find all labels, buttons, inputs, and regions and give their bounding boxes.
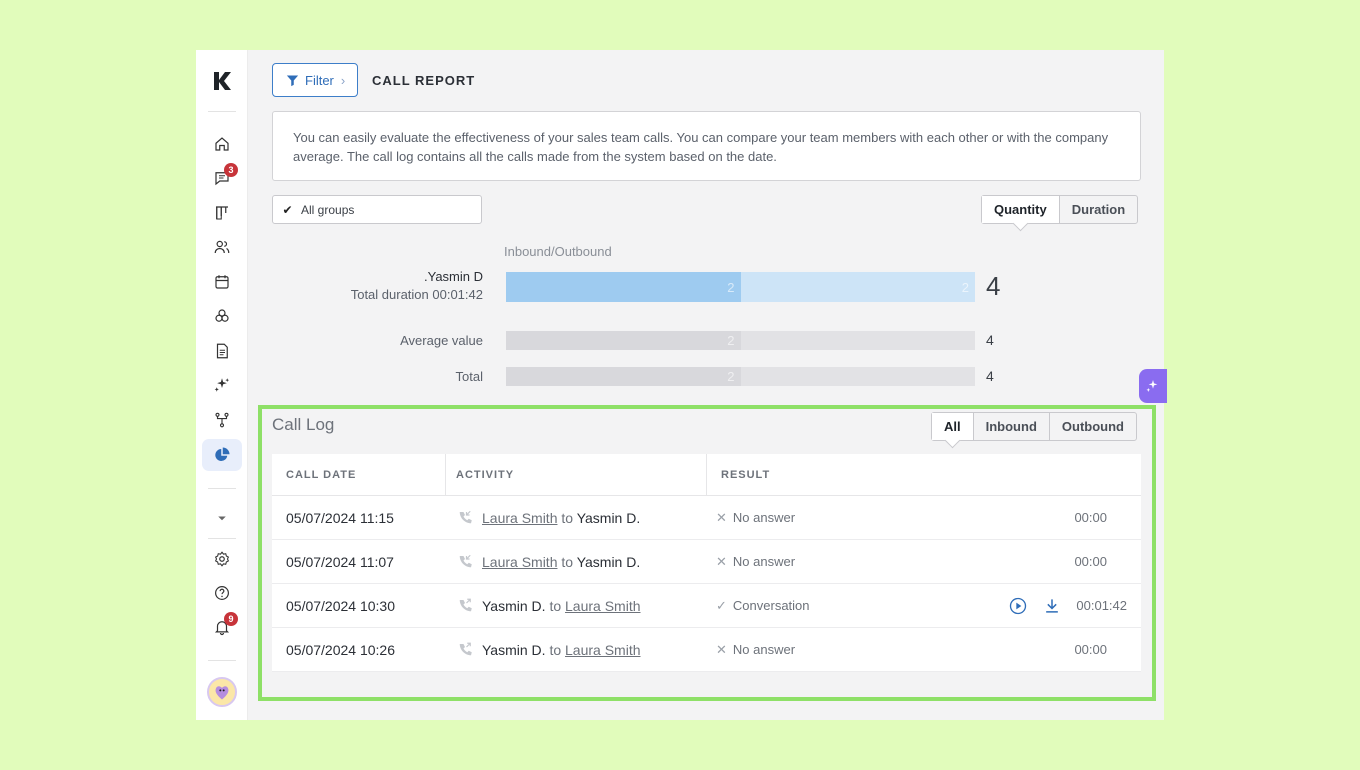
inbound-segment: 2 <box>506 272 741 302</box>
caret-down-icon <box>218 516 226 521</box>
filter-button[interactable]: Filter › <box>272 63 358 97</box>
agent-total-value: 4 <box>986 271 1001 301</box>
total-bar: 2 <box>506 367 975 386</box>
chart-row-label: Total <box>456 368 483 386</box>
sparkles-icon <box>1146 380 1158 392</box>
page-title: CALL REPORT <box>372 73 476 88</box>
average-bar: 2 <box>506 331 975 350</box>
sidebar-item-contacts[interactable] <box>202 231 242 263</box>
average-total-value: 4 <box>986 332 994 348</box>
chart-row-label: .Yasmin D Total duration 00:01:42 <box>351 268 483 304</box>
calendar-icon <box>215 275 229 289</box>
workflow-icon <box>215 412 229 428</box>
avatar[interactable] <box>207 677 237 707</box>
ai-assistant-button[interactable] <box>1139 369 1167 403</box>
sidebar-item-pipeline[interactable] <box>202 197 242 229</box>
agent-inout-bar: 2 2 <box>506 272 975 302</box>
average-outbound-segment <box>740 331 975 350</box>
sidebar-divider <box>208 660 236 661</box>
sidebar-item-reports[interactable] <box>202 439 242 471</box>
info-description: You can easily evaluate the effectivenes… <box>272 111 1141 181</box>
sparkles-icon <box>214 378 230 392</box>
groups-filter-checkbox[interactable]: ✔ All groups <box>272 195 482 224</box>
call-log-highlight <box>258 405 1156 701</box>
home-icon <box>215 137 229 151</box>
outbound-segment: 2 <box>740 272 975 302</box>
sidebar-item-home[interactable] <box>202 128 242 160</box>
checkmark-icon: ✔ <box>282 202 293 217</box>
circles-icon <box>215 309 229 322</box>
sidebar-item-documents[interactable] <box>202 335 242 367</box>
people-icon <box>214 240 230 254</box>
chart-caption: Inbound/Outbound <box>504 244 612 259</box>
sidebar-item-messages[interactable]: 3 <box>202 162 242 194</box>
quantity-duration-toggle: Quantity Duration <box>981 195 1139 224</box>
kanban-icon <box>216 206 228 220</box>
funnel-icon <box>286 75 299 86</box>
avatar-image-icon <box>215 686 229 700</box>
sidebar-item-help[interactable] <box>202 577 242 609</box>
groups-filter-label: All groups <box>301 202 355 217</box>
chevron-right-icon: › <box>340 72 346 88</box>
total-inbound-segment: 2 <box>506 367 741 386</box>
total-label: Total <box>455 369 483 384</box>
toggle-quantity[interactable]: Quantity <box>982 196 1059 223</box>
messages-badge: 3 <box>224 163 238 177</box>
sidebar-divider <box>208 538 236 539</box>
gear-icon <box>214 551 230 567</box>
sidebar-item-ai[interactable] <box>202 369 242 401</box>
sidebar-item-settings[interactable] <box>202 543 242 575</box>
document-icon <box>216 343 228 359</box>
chart-row-label: Average value <box>400 332 483 350</box>
sidebar-item-notifications[interactable]: 9 <box>202 611 242 643</box>
pie-chart-icon <box>215 447 230 461</box>
sidebar: 3 9 <box>196 50 248 720</box>
sidebar-divider <box>208 111 236 112</box>
average-label: Average value <box>400 333 483 348</box>
toggle-duration[interactable]: Duration <box>1058 196 1137 223</box>
help-icon <box>215 586 229 600</box>
app-logo-icon[interactable] <box>210 69 234 93</box>
total-outbound-segment <box>740 367 975 386</box>
agent-name: .Yasmin D <box>424 269 483 284</box>
notifications-badge: 9 <box>224 612 238 626</box>
sidebar-item-workflows[interactable] <box>202 404 242 436</box>
sidebar-item-segments[interactable] <box>202 300 242 332</box>
agent-total-duration: Total duration 00:01:42 <box>350 287 483 302</box>
total-total-value: 4 <box>986 368 994 384</box>
sidebar-expand-button[interactable] <box>202 502 242 534</box>
filter-button-label: Filter <box>305 72 334 88</box>
sidebar-item-calendar[interactable] <box>202 266 242 298</box>
sidebar-divider <box>208 488 236 489</box>
average-inbound-segment: 2 <box>506 331 741 350</box>
